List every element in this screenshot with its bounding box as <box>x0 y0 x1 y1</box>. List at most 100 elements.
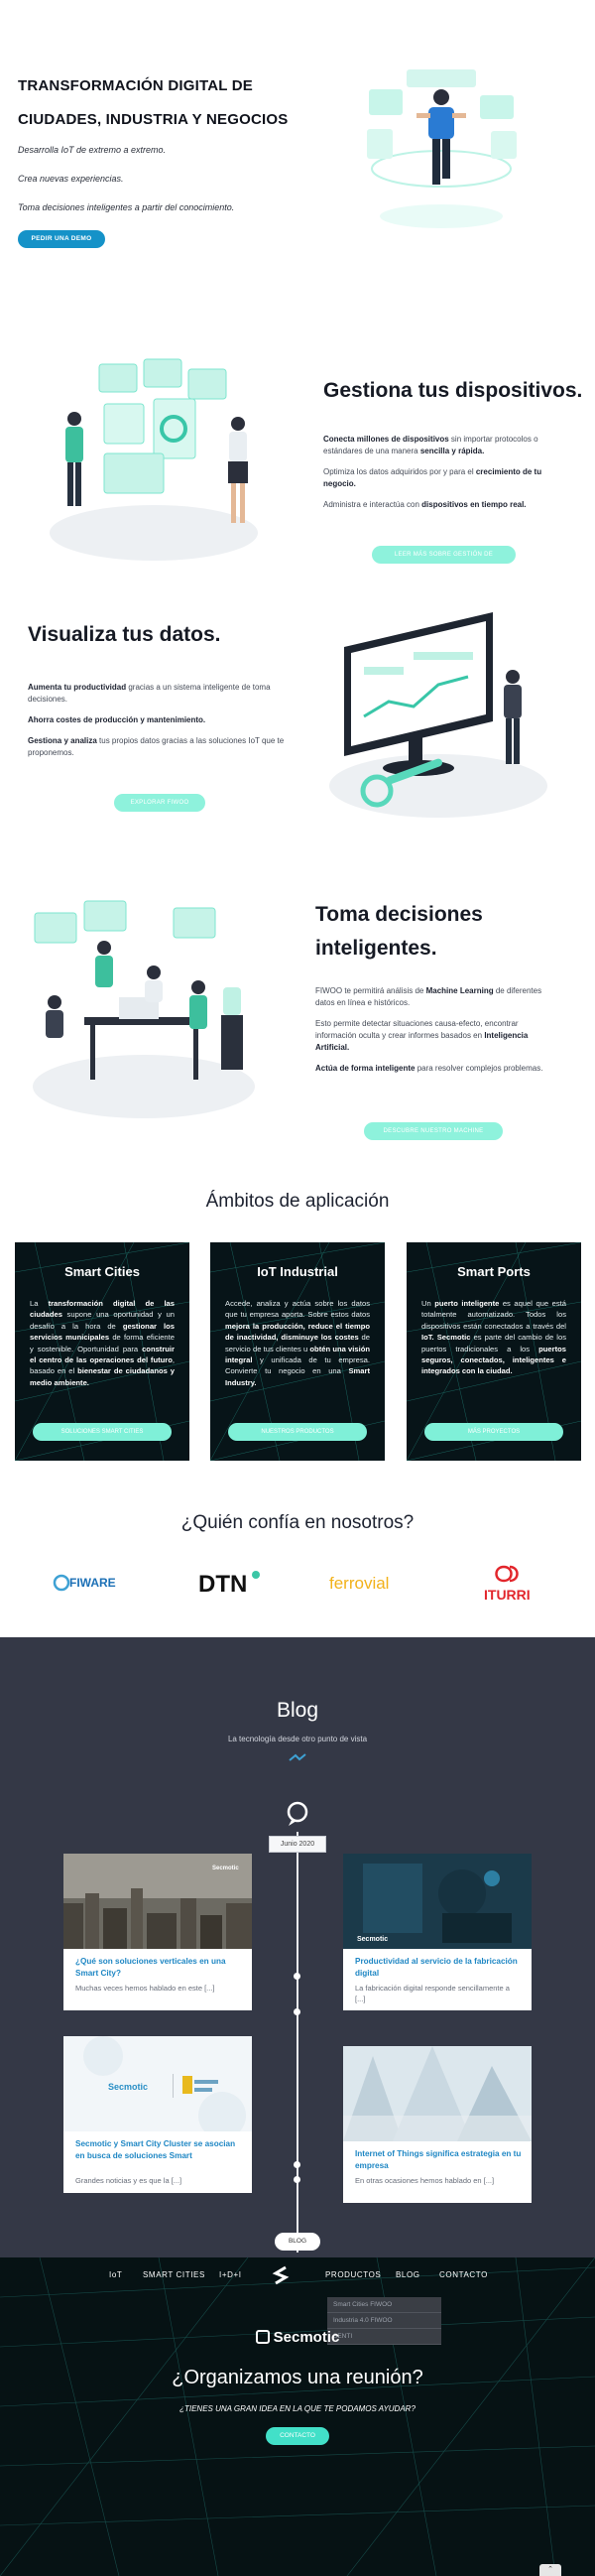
visualize-p1-bold: Aumenta tu productividad <box>28 683 127 692</box>
nav-item-idi[interactable]: I+D+I <box>219 2270 242 2279</box>
nav-item-productos[interactable]: PRODUCTOS <box>325 2270 381 2279</box>
ambito-card: IoT Industrial Accede, analiza y actúa so… <box>210 1242 385 1461</box>
decisions-p1-bold: Machine Learning <box>425 986 494 995</box>
nav-item-smart-cities[interactable]: SMART CITIES <box>143 2270 205 2279</box>
decisions-p1-rest: FIWOO te permitirá análisis de <box>315 986 426 995</box>
ambito-card-text-segment: mejora la producción, reduce el tiempo d… <box>225 1321 370 1343</box>
blog-post-excerpt: Muchas veces hemos hablado en este [...] <box>75 1984 215 1993</box>
ambito-card-text: La transformación digital de las ciudade… <box>30 1298 175 1388</box>
timeline-dot <box>294 2176 300 2183</box>
blog-post-excerpt: La fabricación digital responde sencilla… <box>355 1984 510 2003</box>
ambito-card-text-segment: Accede, analiza y actúa sobre los datos … <box>225 1299 370 1320</box>
blog-post-title[interactable]: Secmotic y Smart City Cluster se asocian… <box>75 2138 242 2161</box>
ambito-card-title: Smart Ports <box>457 1264 531 1279</box>
ambito-card-text-segment: La <box>30 1299 49 1308</box>
secmotic-logo-icon[interactable] <box>271 2264 291 2286</box>
visualize-title: Visualiza tus datos. <box>28 623 221 646</box>
dtn-logo: DTN <box>196 1563 266 1603</box>
hero-illustration <box>367 69 517 228</box>
nav-item-iot[interactable]: IoT <box>109 2270 122 2279</box>
footer-network-background <box>0 2257 595 2576</box>
decisions-illustration <box>33 900 255 1118</box>
blog-post-excerpt: En otras ocasiones hemos hablado en [...… <box>355 2176 495 2185</box>
blog-post-brand: Secmotic <box>212 1866 239 1871</box>
back-to-top-button[interactable]: ⌃ <box>539 2564 561 2576</box>
nav-item-contacto[interactable]: CONTACTO <box>439 2270 488 2279</box>
ambito-card-text-segment: Un <box>421 1299 435 1308</box>
ambito-card-title: IoT Industrial <box>257 1264 338 1279</box>
request-demo-button[interactable]: PEDIR UNA DEMO <box>18 230 105 248</box>
devices-p3-bold: dispositivos en tiempo real. <box>421 500 527 509</box>
blog-post-title[interactable]: ¿Qué son soluciones verticales en una Sm… <box>75 1956 242 1979</box>
ferrovial-logo: ferrovial <box>327 1563 407 1603</box>
hero-line-3: Toma decisiones inteligentes a partir de… <box>18 202 235 212</box>
blog-post-image <box>343 2046 532 2141</box>
footer-brand: Secmotic <box>273 2329 340 2346</box>
blog-post-card[interactable]: Secmotic Productividad al servicio de la… <box>343 1854 532 2010</box>
dropdown-item[interactable]: Industria 4.0 FIWOO <box>327 2313 441 2329</box>
blog-date-label: Junio 2020 <box>269 1836 326 1853</box>
devices-p1-bold: Conecta millones de dispositivos <box>323 435 449 444</box>
devices-title: Gestiona tus dispositivos. <box>323 379 583 402</box>
footer-logo-mark-icon <box>255 2330 270 2344</box>
blog-post-title[interactable]: Productividad al servicio de la fabricac… <box>355 1956 522 1979</box>
fiware-logo: FIWARE <box>50 1563 129 1603</box>
explore-fiwoo-button[interactable]: EXPLORAR FIWOO <box>114 794 205 812</box>
page: TRANSFORMACIÓN DIGITAL DE CIUDADES, INDU… <box>0 0 595 2576</box>
footer-contact-button[interactable]: CONTACTO <box>266 2427 329 2445</box>
blog-section: Blog La tecnología desde otro punto de v… <box>0 1637 595 2292</box>
main-nav: IoT SMART CITIES I+D+I PRODUCTOS BLOG CO… <box>0 2253 595 2294</box>
blog-post-card[interactable]: Secmotic Secmotic y Smart City Cluster s… <box>63 2036 252 2193</box>
blog-post-card[interactable]: Secmotic ¿Qué son soluciones verticales … <box>63 1854 252 2010</box>
devices-p2-rest: Optimiza los datos adquiridos por y para… <box>323 467 476 476</box>
blog-decor-icon <box>289 1753 306 1761</box>
iturri-logo: ITURRI <box>482 1563 541 1603</box>
blog-post-title[interactable]: Internet of Things significa estrategia … <box>355 2148 522 2171</box>
ambito-card: Smart Ports Un puerto inteligente es aque… <box>407 1242 581 1461</box>
blog-button[interactable]: BLOG <box>275 2233 320 2251</box>
blog-title: Blog <box>276 1699 319 1722</box>
blog-post-excerpt: Grandes noticias y es que la [...] <box>75 2176 182 2185</box>
decisions-title: Toma decisiones inteligentes. <box>315 903 483 960</box>
nav-item-blog[interactable]: BLOG <box>396 2270 420 2279</box>
dropdown-item[interactable]: Smart Cities FIWOO <box>327 2297 441 2313</box>
ferrovial-logo-text: ferrovial <box>329 1574 389 1593</box>
blog-subtitle: La tecnología desde otro punto de vista <box>227 1735 368 1743</box>
devices-illustration <box>50 358 258 561</box>
discover-machine-button[interactable]: DESCUBRE NUESTRO MACHINE <box>364 1122 503 1140</box>
ambito-card-button[interactable]: NUESTROS PRODUCTOS <box>228 1423 367 1441</box>
devices-p1-bold2: sencilla y rápida. <box>419 447 485 455</box>
devices-text: Conecta millones de dispositivos sin imp… <box>323 434 556 511</box>
timeline-dot <box>294 1973 300 1980</box>
ambito-card-text: Un puerto inteligente es aquel que está … <box>421 1298 566 1377</box>
footer-section <box>0 2257 595 2576</box>
dtn-logo-text: DTN <box>198 1571 247 1598</box>
ambito-card-text-segment: IoT. Secmotic <box>421 1333 471 1343</box>
footer-heading: ¿Organizamos una reunión? <box>172 2367 423 2388</box>
blog-post-image: Secmotic <box>63 2036 252 2131</box>
blog-post-card[interactable]: Internet of Things significa estrategia … <box>343 2046 532 2203</box>
iturri-logo-text: ITURRI <box>484 1587 531 1603</box>
ambito-card: Smart Cities La transformación digital de… <box>15 1242 189 1461</box>
fiware-logo-text: FIWARE <box>69 1576 116 1590</box>
timeline-dot <box>294 2161 300 2168</box>
visualize-p3-bold: Gestiona y analiza <box>28 736 97 745</box>
decisions-p3-rest: para resolver complejos problemas. <box>415 1064 543 1073</box>
blog-post-brand: Secmotic <box>357 1936 388 1943</box>
ambito-card-button[interactable]: SOLUCIONES SMART CITIES <box>33 1423 172 1441</box>
chat-bubble-icon <box>287 1801 308 1826</box>
decisions-p3-bold: Actúa de forma inteligente <box>315 1064 416 1073</box>
trust-title: ¿Quién confía en nosotros? <box>180 1512 415 1533</box>
ambitos-title: Ámbitos de aplicación <box>205 1191 390 1212</box>
ambito-card-text-segment: puerto inteligente <box>434 1299 500 1308</box>
blog-post-brand: Secmotic <box>108 2082 148 2092</box>
visualize-illustration <box>329 612 547 818</box>
devices-read-more-button[interactable]: LEER MÁS SOBRE GESTIÓN DE DISPOSITIVOS I… <box>372 546 516 576</box>
ambito-card-button[interactable]: MÁS PROYECTOS <box>424 1423 563 1441</box>
ambito-card-title: Smart Cities <box>64 1264 140 1279</box>
blog-post-image: Secmotic <box>343 1854 532 1949</box>
hero-title: TRANSFORMACIÓN DIGITAL DE CIUDADES, INDU… <box>18 77 289 128</box>
hero-line-2: Crea nuevas experiencias. <box>18 174 124 184</box>
ambito-card-text: Accede, analiza y actúa sobre los datos … <box>225 1298 370 1388</box>
decisions-text: FIWOO te permitirá análisis de Machine L… <box>315 985 553 1075</box>
